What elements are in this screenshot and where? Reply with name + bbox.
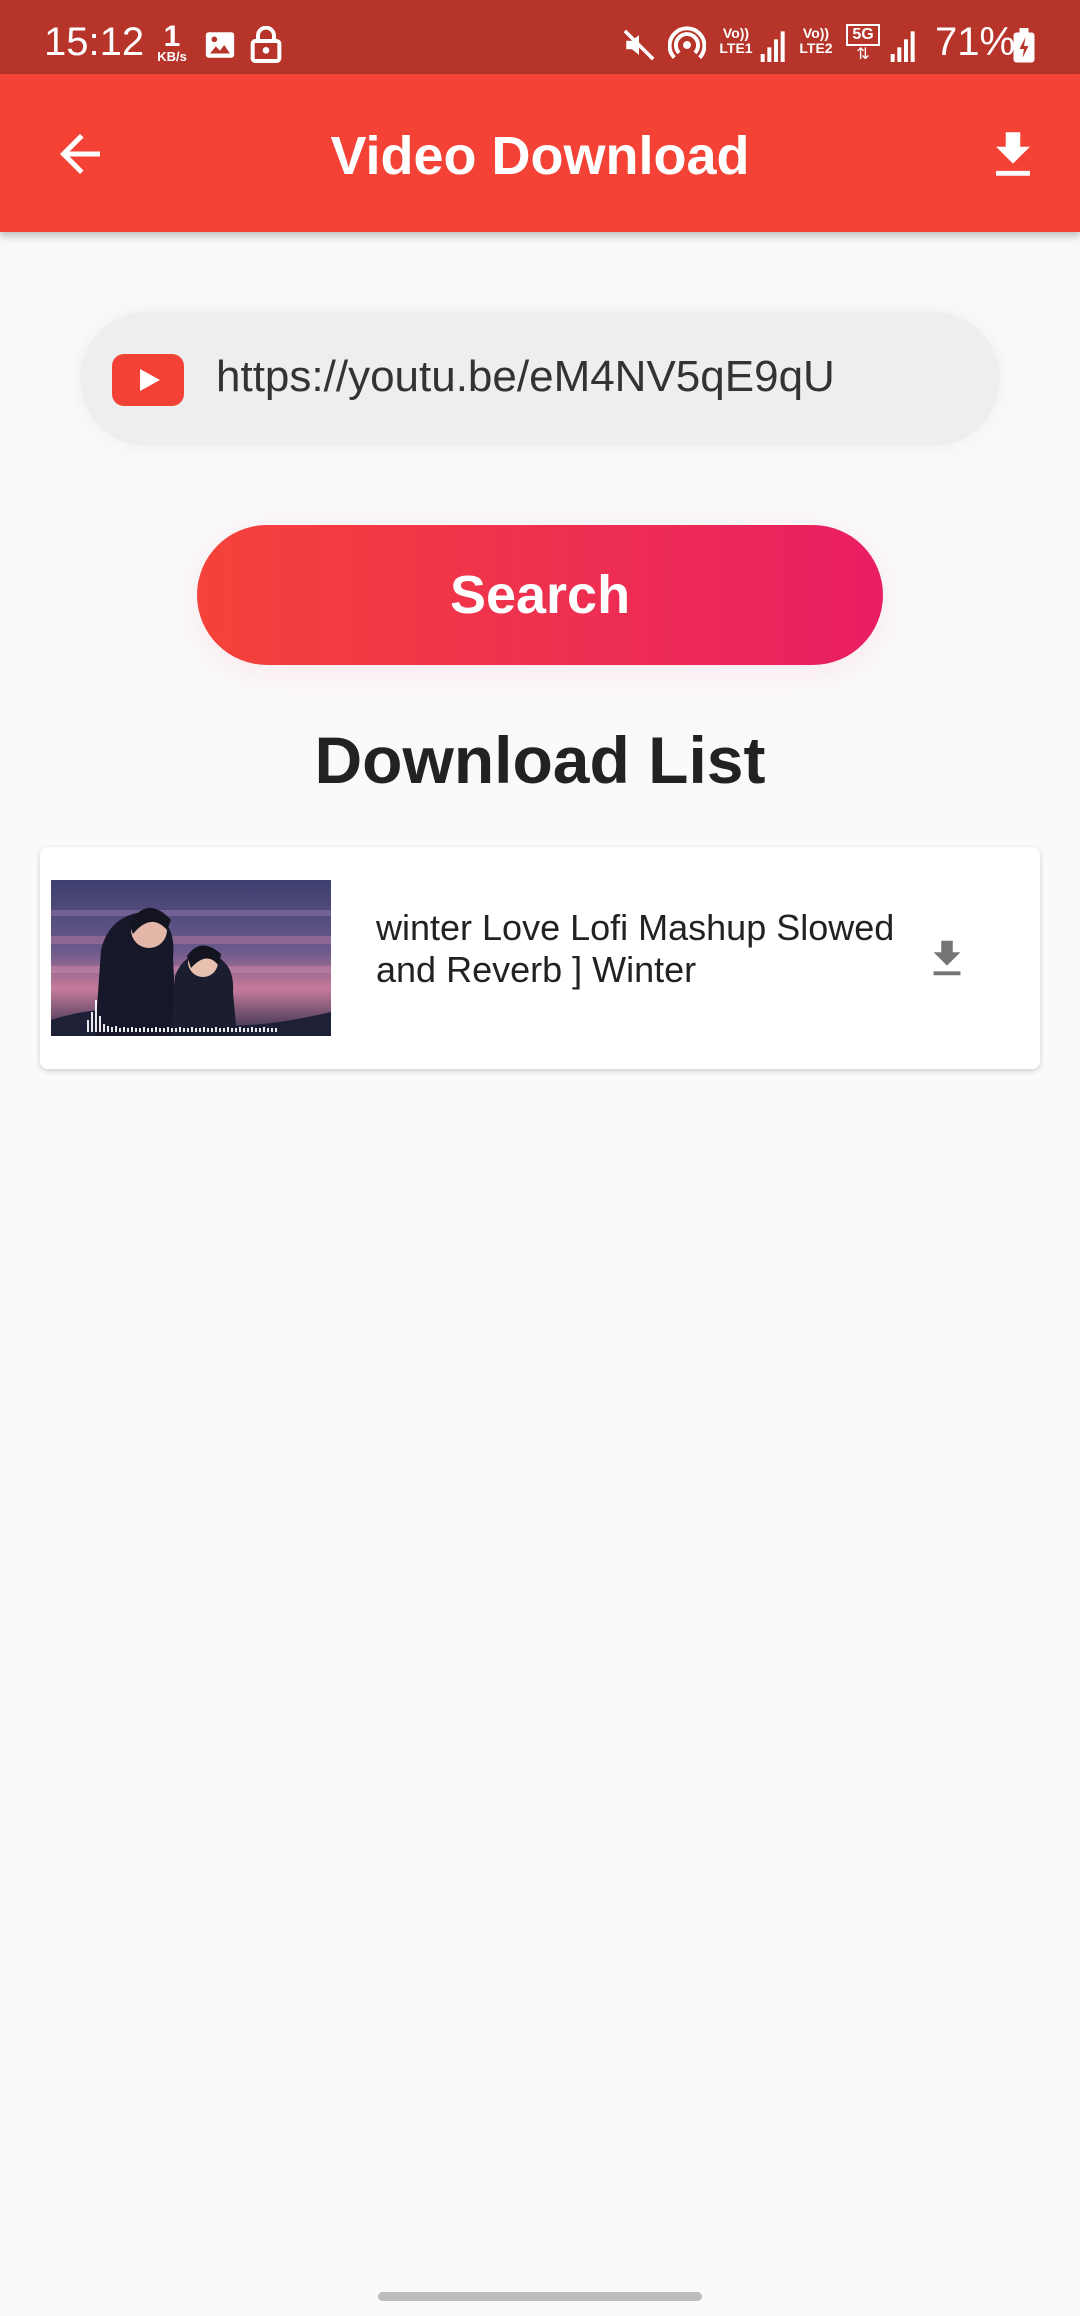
lock-icon bbox=[250, 26, 282, 63]
thumbnail-image bbox=[51, 880, 331, 1036]
volte2-indicator: Vo)) LTE2 bbox=[796, 26, 836, 56]
app-bar: Video Download bbox=[0, 74, 1080, 232]
gallery-icon bbox=[205, 32, 235, 58]
download-list-title: Download List bbox=[314, 723, 766, 797]
item-download-icon[interactable] bbox=[924, 931, 970, 985]
network-speed: 1 KB/s bbox=[150, 20, 194, 64]
volte1-indicator: Vo)) LTE1 bbox=[716, 26, 756, 56]
mute-icon bbox=[623, 29, 655, 61]
video-title: winter Love Lofi Mashup Slowed and Rever… bbox=[376, 907, 895, 990]
hotspot-icon bbox=[668, 26, 706, 60]
lte1-label: LTE1 bbox=[719, 40, 753, 56]
lte2-label: LTE2 bbox=[799, 40, 833, 56]
volte1-label: Vo)) bbox=[722, 25, 750, 41]
signal-2-icon bbox=[890, 31, 915, 62]
search-button[interactable]: Search bbox=[197, 525, 883, 665]
youtube-icon bbox=[112, 354, 184, 406]
signal-1-icon bbox=[760, 31, 785, 62]
download-icon[interactable] bbox=[984, 120, 1042, 188]
network-speed-value: 1 bbox=[163, 20, 181, 53]
network-type-label: 5G bbox=[846, 24, 880, 46]
url-field[interactable] bbox=[80, 312, 1000, 446]
page-title: Video Download bbox=[330, 126, 750, 186]
home-indicator[interactable] bbox=[378, 2292, 702, 2301]
video-thumbnail bbox=[51, 880, 331, 1036]
network-speed-unit: KB/s bbox=[157, 49, 187, 64]
url-input[interactable] bbox=[216, 342, 956, 412]
status-bar: 15:12 1 KB/s Vo)) LTE1 Vo)) LTE2 5G ⇅ 71… bbox=[0, 0, 1080, 74]
battery-percent: 71% bbox=[935, 20, 1016, 64]
network-5g-indicator: 5G ⇅ bbox=[846, 24, 880, 64]
list-item[interactable]: winter Love Lofi Mashup Slowed and Rever… bbox=[40, 847, 1040, 1069]
battery-charging-icon bbox=[1013, 28, 1035, 63]
status-time: 15:12 bbox=[44, 20, 145, 64]
data-arrows-icon: ⇅ bbox=[856, 46, 870, 63]
volte2-label: Vo)) bbox=[802, 25, 830, 41]
